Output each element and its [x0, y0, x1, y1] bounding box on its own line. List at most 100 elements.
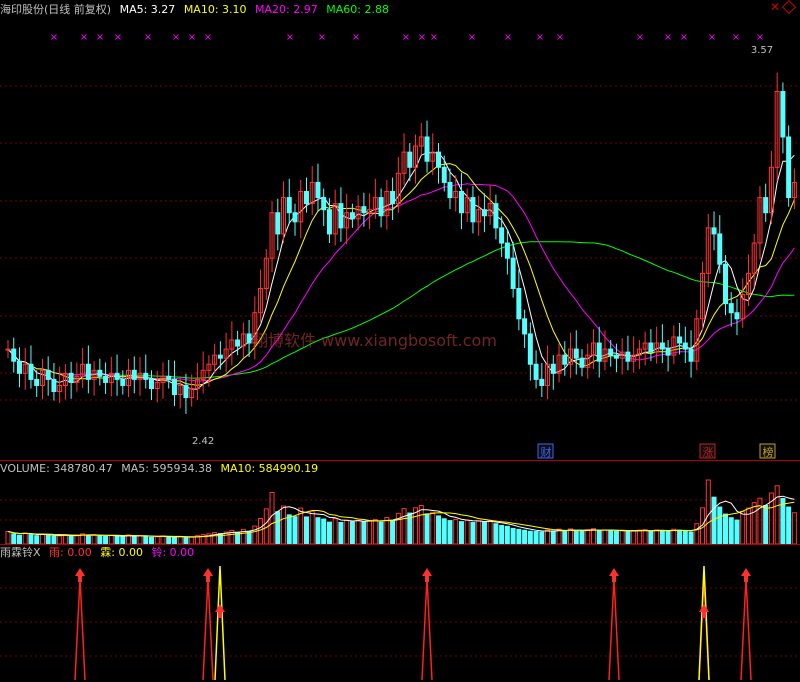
lin-value: 霖: 0.00 — [100, 546, 143, 559]
candle-body — [613, 354, 619, 359]
signal-arrow-icon — [422, 568, 432, 576]
candle-body — [303, 191, 309, 205]
yu-spike — [608, 577, 620, 681]
volume-bar — [45, 534, 51, 545]
volume-bar — [619, 529, 625, 545]
signal-marker: × — [732, 32, 740, 43]
signal-arrow-stem — [78, 576, 82, 582]
close-icon[interactable]: ✕ — [770, 0, 780, 14]
yu-value: 雨: 0.00 — [49, 546, 92, 559]
candle-body — [131, 369, 137, 380]
signal-marker: × — [680, 32, 688, 43]
volume-bar — [734, 519, 740, 545]
volume-bar — [436, 515, 441, 545]
volume-bar — [504, 525, 510, 545]
volume-bar — [694, 523, 700, 545]
volume-bar — [103, 535, 109, 545]
candle-body — [504, 242, 510, 259]
candle-body — [338, 203, 344, 229]
signal-marker: × — [468, 32, 476, 43]
candle-body — [516, 287, 522, 320]
candle-body — [441, 166, 447, 183]
volume-bar — [677, 529, 683, 545]
candle-body — [723, 263, 728, 305]
signal-marker: × — [418, 32, 426, 43]
signal-marker: × — [318, 32, 326, 43]
volume-bar — [424, 513, 430, 545]
volume-bar — [648, 530, 654, 545]
volume-bar — [275, 511, 281, 545]
candle-body — [34, 378, 40, 386]
volume-bar — [510, 527, 516, 545]
volume-bar — [326, 521, 332, 545]
candle-body — [786, 136, 792, 199]
volume-bar — [430, 511, 436, 545]
signal-marker: × — [536, 32, 544, 43]
volume-bar — [602, 529, 608, 545]
candle-body — [648, 342, 654, 353]
volume-bar — [481, 521, 487, 545]
volume-bar — [470, 521, 476, 545]
volume-bar — [573, 529, 579, 545]
signal-marker: × — [708, 32, 716, 43]
signal-arrow-stem — [218, 612, 222, 618]
volume-bar — [5, 531, 11, 545]
volume-bar — [717, 506, 723, 545]
main-header: 海印股份(日线 前复权) MA5: 3.27 MA10: 3.10 MA20: … — [0, 2, 394, 18]
candle-body — [625, 351, 631, 362]
candle-body — [665, 348, 671, 356]
volume-bar — [608, 530, 614, 545]
signal-marker: × — [114, 32, 122, 43]
candle-body — [763, 197, 769, 214]
volume-bar — [252, 525, 258, 545]
volume-ma5-value: MA5: 595934.38 — [121, 462, 212, 475]
candle-body — [11, 348, 17, 362]
volume-bar — [11, 533, 17, 545]
volume-bar — [401, 508, 407, 545]
candle-body — [68, 372, 74, 383]
high-price-label: 3.57 — [751, 45, 773, 56]
volume-bar — [28, 534, 34, 545]
event-marker: 涨 — [703, 446, 714, 459]
volume-bar — [303, 516, 309, 545]
volume-bar — [556, 528, 562, 545]
volume-bar — [22, 532, 28, 545]
volume-bar — [367, 520, 373, 545]
candle-body — [510, 257, 516, 289]
candle-body — [143, 372, 149, 380]
candle-body — [149, 378, 154, 389]
volume-value: VOLUME: 348780.47 — [0, 462, 113, 475]
candle-body — [780, 91, 786, 138]
chart-stage: × × × × × × × × × × × × × × × × × × × × × × × × 3.57 2.42 翔博软件 www… — [0, 0, 800, 682]
candle-body — [688, 348, 694, 362]
volume-bar — [332, 518, 338, 545]
candle-body — [114, 372, 120, 380]
candle-body — [103, 375, 109, 383]
candle-body — [16, 360, 22, 374]
volume-bar — [57, 535, 63, 545]
candle-body — [436, 151, 441, 168]
volume-bar — [568, 528, 574, 545]
volume-bar — [189, 536, 195, 545]
volume-bar — [390, 519, 396, 545]
signal-marker: × — [144, 32, 152, 43]
candle-body — [533, 363, 539, 380]
ma5-value: MA5: 3.27 — [119, 3, 176, 16]
volume-bar — [458, 521, 464, 545]
signal-marker: × — [80, 32, 88, 43]
candle-body — [97, 369, 103, 377]
volume-bar — [62, 534, 68, 545]
signal-marker: × — [352, 32, 360, 43]
volume-bar — [378, 521, 384, 545]
volume-bar — [246, 531, 252, 545]
volume-bar — [780, 497, 786, 545]
candle-body — [481, 209, 487, 217]
volume-bar — [384, 516, 390, 545]
candle-body — [217, 354, 223, 359]
candle-body — [499, 227, 505, 244]
volume-bar — [453, 519, 459, 545]
volume-bar — [114, 535, 120, 545]
ma20-line — [7, 183, 795, 382]
candle-body — [45, 369, 51, 380]
volume-bar — [545, 529, 551, 545]
